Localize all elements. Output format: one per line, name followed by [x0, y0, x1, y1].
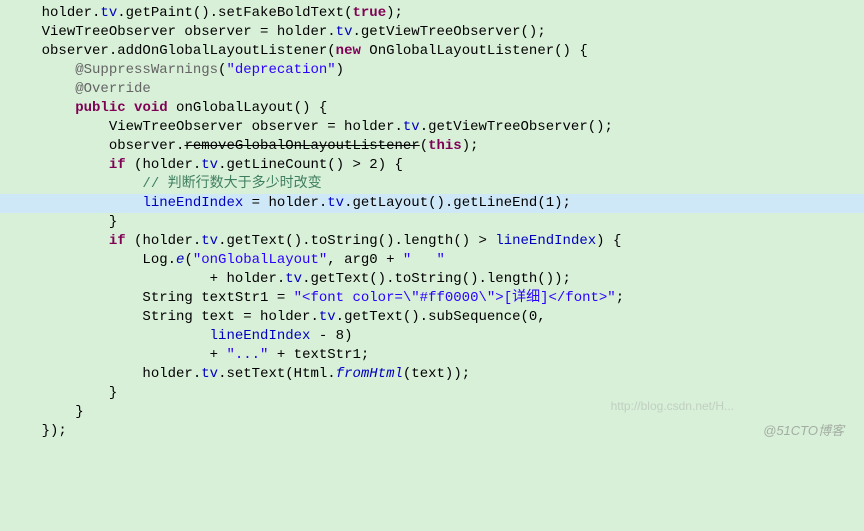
code-line: }	[0, 213, 864, 232]
code-line: String textStr1 = "<font color=\"#ff0000…	[0, 289, 864, 308]
code-line: holder.tv.getPaint().setFakeBoldText(tru…	[0, 4, 864, 23]
code-line: + holder.tv.getText().toString().length(…	[0, 270, 864, 289]
code-line: ViewTreeObserver observer = holder.tv.ge…	[0, 118, 864, 137]
code-line: String text = holder.tv.getText().subSeq…	[0, 308, 864, 327]
code-line: if (holder.tv.getText().toString().lengt…	[0, 232, 864, 251]
code-line: if (holder.tv.getLineCount() > 2) {	[0, 156, 864, 175]
code-line-highlighted: lineEndIndex = holder.tv.getLayout().get…	[0, 194, 864, 213]
code-line: holder.tv.setText(Html.fromHtml(text));	[0, 365, 864, 384]
code-line: observer.addOnGlobalLayoutListener(new O…	[0, 42, 864, 61]
code-line: @Override	[0, 80, 864, 99]
code-line: // 判断行数大于多少时改变	[0, 175, 864, 194]
code-block: holder.tv.getPaint().setFakeBoldText(tru…	[0, 0, 864, 445]
code-line: }	[0, 384, 864, 403]
code-line: observer.removeGlobalOnLayoutListener(th…	[0, 137, 864, 156]
code-line: @SuppressWarnings("deprecation")	[0, 61, 864, 80]
code-line: Log.e("onGlobalLayout", arg0 + " "	[0, 251, 864, 270]
code-line: + "..." + textStr1;	[0, 346, 864, 365]
code-line: });	[0, 422, 864, 441]
code-line: ViewTreeObserver observer = holder.tv.ge…	[0, 23, 864, 42]
code-line: public void onGlobalLayout() {	[0, 99, 864, 118]
code-line: }	[0, 403, 864, 422]
code-line: lineEndIndex - 8)	[0, 327, 864, 346]
